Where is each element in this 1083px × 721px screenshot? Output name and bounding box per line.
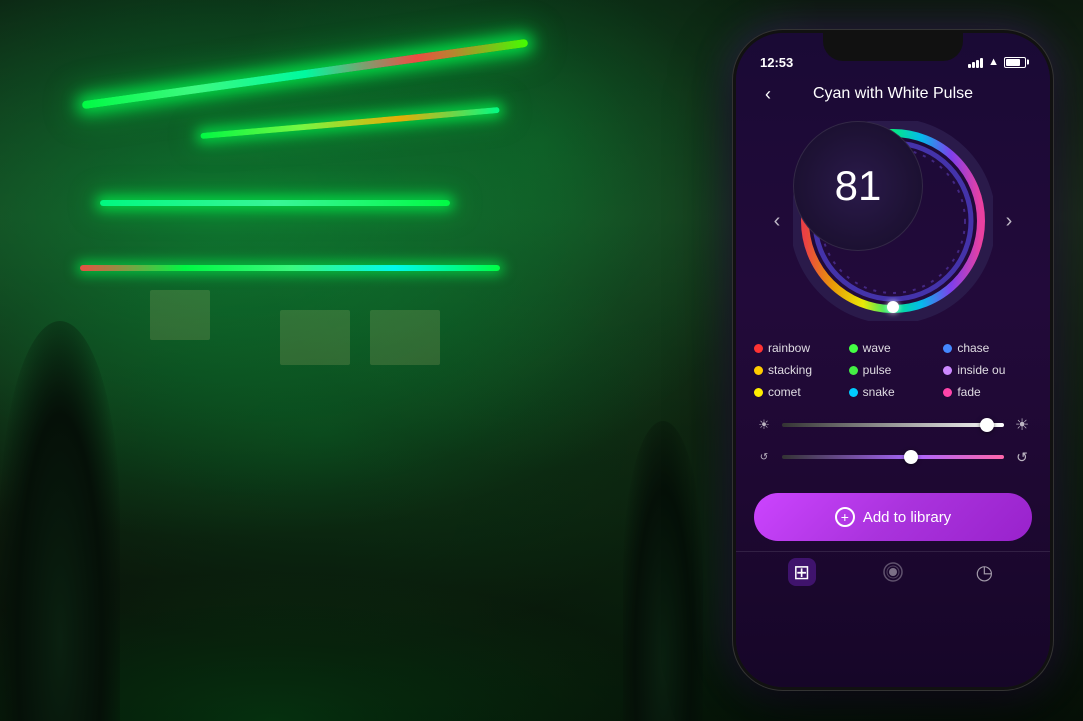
- effect-dot-wave: [849, 344, 858, 353]
- effect-label-pulse: pulse: [863, 363, 892, 377]
- brightness-slider[interactable]: [782, 423, 1004, 427]
- next-effect-button[interactable]: ›: [993, 205, 1025, 237]
- back-button[interactable]: ‹: [754, 80, 782, 108]
- brightness-min-icon: ☀: [754, 415, 774, 435]
- nav-schedule-icon: ◷: [970, 558, 998, 586]
- status-time: 12:53: [760, 55, 793, 70]
- wifi-icon: ▲: [988, 56, 999, 68]
- phone-content: 12:53 ▲: [736, 33, 1050, 687]
- signal-bar-4: [980, 58, 983, 68]
- battery-icon: [1004, 57, 1026, 68]
- window-1: [280, 310, 350, 365]
- signal-bar-3: [976, 60, 979, 68]
- effect-dot-snake: [849, 388, 858, 397]
- bottom-nav: ⊞ ◷: [736, 551, 1050, 606]
- add-button-section: + Add to library: [736, 485, 1050, 551]
- prev-effect-button[interactable]: ‹: [761, 205, 793, 237]
- effect-label-rainbow: rainbow: [768, 341, 810, 355]
- effect-dot-pulse: [849, 366, 858, 375]
- battery-level: [1006, 59, 1020, 66]
- phone-notch: [823, 33, 963, 61]
- effect-label-wave: wave: [863, 341, 891, 355]
- speed-slider[interactable]: [782, 455, 1004, 459]
- add-button-label: Add to library: [863, 509, 951, 526]
- effect-wave[interactable]: wave: [849, 341, 938, 355]
- window-2: [370, 310, 440, 365]
- add-to-library-button[interactable]: + Add to library: [754, 493, 1032, 541]
- effect-label-stacking: stacking: [768, 363, 812, 377]
- speed-min-icon: ↺: [754, 447, 774, 467]
- speed-thumb[interactable]: [904, 450, 918, 464]
- effect-label-chase: chase: [957, 341, 989, 355]
- app-header: ‹ Cyan with White Pulse: [736, 77, 1050, 111]
- nav-effects[interactable]: [879, 558, 907, 586]
- status-icons: ▲: [968, 56, 1026, 68]
- nav-effects-icon: [879, 558, 907, 586]
- brightness-thumb[interactable]: [980, 418, 994, 432]
- screen-title: Cyan with White Pulse: [813, 85, 973, 103]
- effect-snake[interactable]: snake: [849, 385, 938, 399]
- dial-section: ‹: [736, 111, 1050, 331]
- effect-pulse[interactable]: pulse: [849, 363, 938, 377]
- sliders-section: ☀ ☀ ↺ ↺: [736, 409, 1050, 485]
- nav-add-icon: ⊞: [788, 558, 816, 586]
- effect-label-comet: comet: [768, 385, 801, 399]
- effect-comet[interactable]: comet: [754, 385, 843, 399]
- dial-inner: 81: [793, 121, 923, 251]
- nav-schedule[interactable]: ◷: [970, 558, 998, 586]
- effect-dot-inside-out: [943, 366, 952, 375]
- tree-left: [0, 321, 120, 721]
- phone: 12:53 ▲: [733, 30, 1053, 690]
- effect-label-inside-out: inside ou: [957, 363, 1005, 377]
- effect-dot-stacking: [754, 366, 763, 375]
- brightness-max-icon: ☀: [1012, 415, 1032, 435]
- back-icon: ‹: [765, 84, 771, 105]
- effect-dot-comet: [754, 388, 763, 397]
- tree-right: [623, 421, 703, 721]
- effect-dot-chase: [943, 344, 952, 353]
- color-dial[interactable]: 81: [793, 121, 993, 321]
- effect-chase[interactable]: chase: [943, 341, 1032, 355]
- dial-handle[interactable]: [887, 301, 899, 313]
- add-icon: +: [835, 507, 855, 527]
- effects-grid: rainbow wave chase stacking: [736, 331, 1050, 409]
- led-roofline-4: [80, 265, 500, 271]
- signal-bar-2: [972, 62, 975, 68]
- dial-value: 81: [835, 165, 882, 207]
- phone-screen: 12:53 ▲: [736, 33, 1050, 687]
- brightness-row: ☀ ☀: [754, 415, 1032, 435]
- led-roofline-3: [100, 200, 450, 206]
- window-3: [150, 290, 210, 340]
- effect-label-fade: fade: [957, 385, 980, 399]
- effect-label-snake: snake: [863, 385, 895, 399]
- signal-bar-1: [968, 64, 971, 68]
- effect-fade[interactable]: fade: [943, 385, 1032, 399]
- effect-dot-rainbow: [754, 344, 763, 353]
- speed-max-icon: ↺: [1012, 447, 1032, 467]
- signal-icon: [968, 57, 983, 68]
- effect-inside-out[interactable]: inside ou: [943, 363, 1032, 377]
- effect-dot-fade: [943, 388, 952, 397]
- phone-body: 12:53 ▲: [733, 30, 1053, 690]
- speed-row: ↺ ↺: [754, 447, 1032, 467]
- effect-rainbow[interactable]: rainbow: [754, 341, 843, 355]
- effect-stacking[interactable]: stacking: [754, 363, 843, 377]
- nav-add[interactable]: ⊞: [788, 558, 816, 586]
